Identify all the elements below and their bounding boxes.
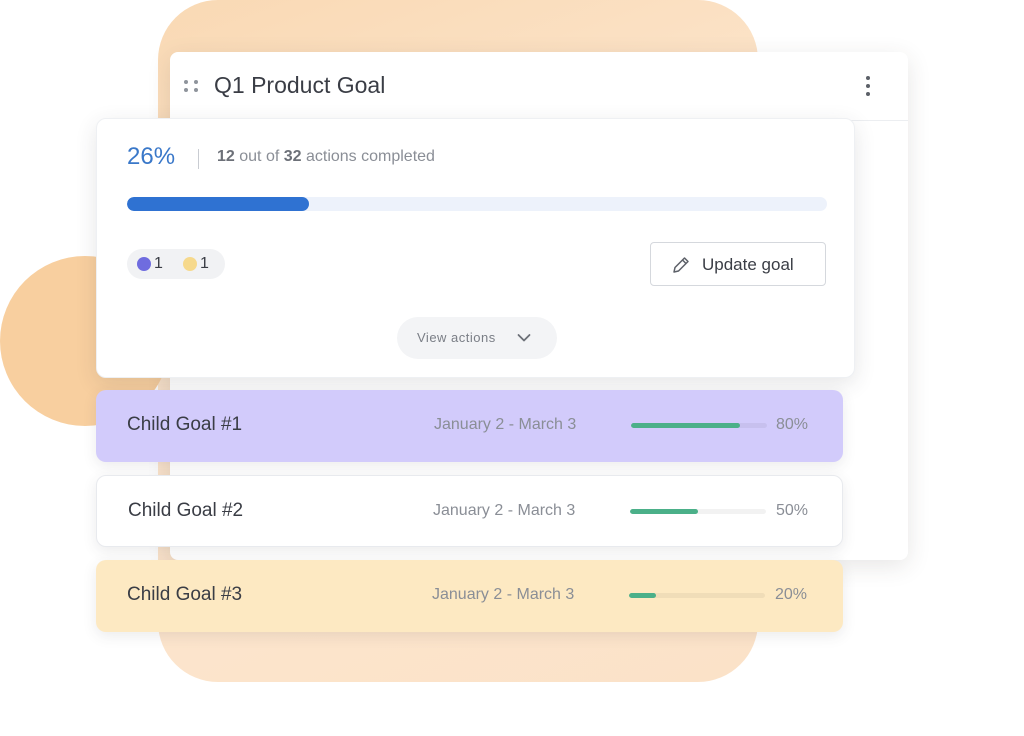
child-goal-progress-bar [631,423,767,428]
child-goal-name: Child Goal #2 [128,500,244,521]
pencil-icon [673,257,689,273]
progress-bar-fill [127,197,309,211]
child-goal-dates: January 2 - March 3 [432,586,575,603]
out-of-text: out of [239,148,280,165]
yellow-status-count: 1 [200,255,209,272]
total-count: 32 [283,148,302,165]
progress-percent: 26% [127,143,176,170]
yellow-status-dot [183,257,197,271]
child-goal-name: Child Goal #3 [127,584,243,605]
child-goal-progress-fill [631,423,740,428]
kebab-menu-icon[interactable] [862,74,874,98]
view-actions-button[interactable]: View actions [397,317,557,359]
goal-title: Q1 Product Goal [214,72,386,98]
completed-count: 12 [217,148,235,165]
child-goal-percent: 80% [776,416,809,433]
child-goal-progress-bar [630,509,766,514]
actions-completed-text: actions completed [305,148,435,165]
child-goal-progress-bar [629,593,765,598]
child-goal-dates: January 2 - March 3 [434,416,577,433]
update-goal-label: Update goal [702,255,794,274]
purple-status-dot [137,257,151,271]
child-goal-percent: 50% [776,502,809,519]
child-goal-name: Child Goal #1 [127,414,243,435]
goal-header: Q1 Product Goal [170,52,908,121]
child-goal-progress-fill [630,509,698,514]
child-goal-row[interactable]: Child Goal #1 January 2 - March 3 80% [96,390,843,462]
status-chips[interactable]: 1 1 [127,249,225,279]
child-goal-row[interactable]: Child Goal #3 January 2 - March 3 20% [96,560,843,632]
child-goal-row[interactable]: Child Goal #2 January 2 - March 3 50% [96,475,843,547]
view-actions-label: View actions [417,330,496,345]
progress-bar [127,197,827,211]
purple-status-count: 1 [154,255,163,272]
divider [198,149,199,169]
child-goal-progress-fill [629,593,657,598]
drag-handle-icon[interactable] [182,78,200,94]
progress-card: 26% 12 out of 32 actions completed 1 1 U… [96,118,855,378]
child-goal-dates: January 2 - March 3 [433,502,576,519]
update-goal-button[interactable]: Update goal [650,242,826,286]
child-goal-percent: 20% [775,586,808,603]
chevron-down-icon [517,334,531,342]
actions-summary: 12 out of 32 actions completed [217,148,435,166]
